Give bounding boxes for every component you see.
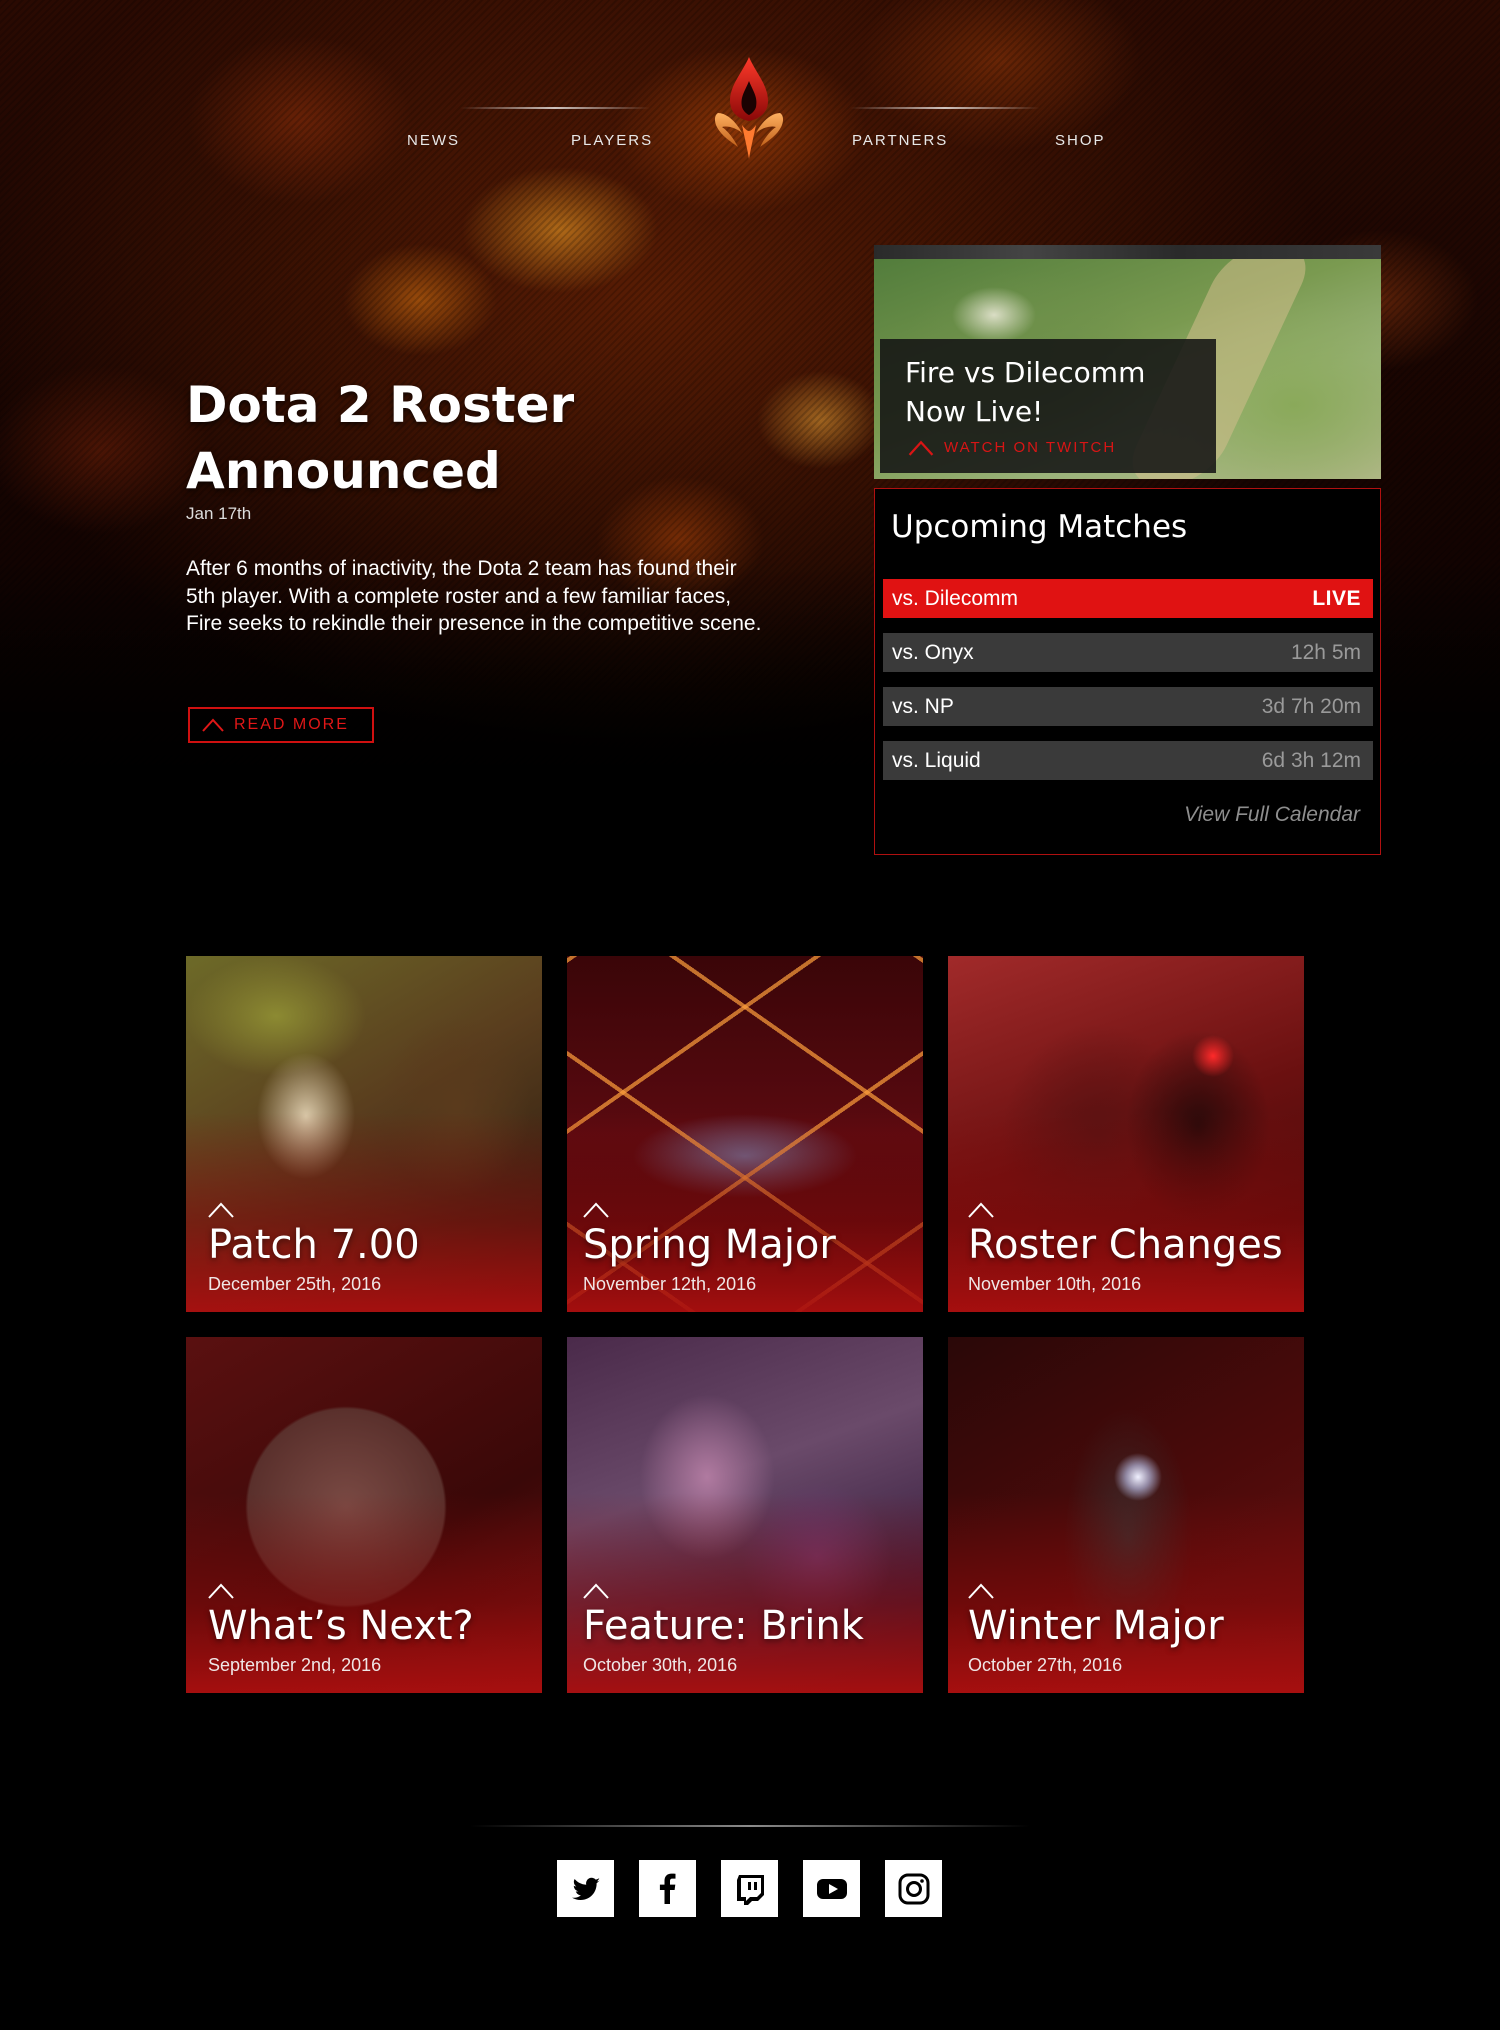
hero-title: Dota 2 Roster Announced (186, 376, 575, 500)
nav-item-players[interactable]: PLAYERS (571, 132, 653, 149)
upcoming-matches-title: Upcoming Matches (891, 509, 1188, 545)
footer-divider (470, 1825, 1030, 1827)
chevron-up-icon (583, 1583, 609, 1599)
hero-body: After 6 months of inactivity, the Dota 2… (186, 557, 762, 635)
facebook-link[interactable] (639, 1860, 696, 1917)
match-countdown: 6d 3h 12m (1261, 748, 1361, 772)
youtube-link[interactable] (803, 1860, 860, 1917)
facebook-icon (659, 1873, 675, 1904)
read-more-button[interactable]: READ MORE (188, 707, 374, 743)
card-date: November 10th, 2016 (968, 1274, 1142, 1294)
chevron-up-icon (208, 1583, 234, 1599)
card-date: October 27th, 2016 (968, 1655, 1123, 1675)
match-row[interactable]: vs. Liquid 6d 3h 12m (883, 741, 1373, 780)
flame-logo-icon[interactable] (712, 55, 786, 161)
watch-on-twitch-label: WATCH ON TWITCH (944, 439, 1117, 456)
match-opponent: vs. NP (892, 694, 954, 718)
chevron-up-icon (968, 1202, 994, 1218)
read-more-label: READ MORE (234, 716, 349, 733)
nav-divider-left (460, 107, 650, 109)
news-card-spring-major[interactable]: Spring Major November 12th, 2016 (567, 956, 923, 1312)
match-row[interactable]: vs. Onyx 12h 5m (883, 633, 1373, 672)
match-opponent: vs. Onyx (892, 640, 974, 664)
watch-on-twitch-link[interactable]: WATCH ON TWITCH (908, 439, 1116, 456)
instagram-link[interactable] (885, 1860, 942, 1917)
match-row[interactable]: vs. NP 3d 7h 20m (883, 687, 1373, 726)
youtube-icon (816, 1878, 847, 1899)
nav-item-shop[interactable]: SHOP (1055, 132, 1106, 149)
match-status: LIVE (1312, 586, 1361, 610)
match-row-live[interactable]: vs. Dilecomm LIVE (883, 579, 1373, 618)
nav-divider-right (850, 107, 1040, 109)
twitch-link[interactable] (721, 1860, 778, 1917)
card-title: Spring Major (583, 1222, 836, 1268)
news-card-patch[interactable]: Patch 7.00 December 25th, 2016 (186, 956, 542, 1312)
chevron-up-icon (908, 440, 934, 456)
chevron-up-icon (968, 1583, 994, 1599)
card-title: Feature: Brink (583, 1603, 864, 1649)
news-card-winter-major[interactable]: Winter Major October 27th, 2016 (948, 1337, 1304, 1693)
view-full-calendar-link[interactable]: View Full Calendar (1184, 803, 1360, 827)
stream-thumbnail-hud (874, 245, 1381, 259)
card-title: What’s Next? (208, 1603, 474, 1649)
live-stream-card[interactable]: Fire vs Dilecomm Now Live! WATCH ON TWIT… (874, 245, 1381, 479)
chevron-up-icon (583, 1202, 609, 1218)
twitter-link[interactable] (557, 1860, 614, 1917)
match-countdown: 12h 5m (1290, 640, 1361, 664)
twitch-icon (736, 1874, 764, 1905)
card-title: Patch 7.00 (208, 1222, 420, 1268)
news-card-feature-brink[interactable]: Feature: Brink October 30th, 2016 (567, 1337, 923, 1693)
twitter-icon (571, 1877, 600, 1900)
hero-date: Jan 17th (186, 504, 252, 523)
nav-item-partners[interactable]: PARTNERS (852, 132, 948, 149)
card-title: Winter Major (968, 1603, 1224, 1649)
card-date: October 30th, 2016 (583, 1655, 738, 1675)
match-opponent: vs. Dilecomm (892, 586, 1019, 610)
upcoming-matches-panel: Upcoming Matches vs. Dilecomm LIVE vs. O… (874, 488, 1381, 855)
chevron-up-icon (202, 718, 224, 732)
chevron-up-icon (208, 1202, 234, 1218)
card-title: Roster Changes (968, 1222, 1283, 1268)
stream-title: Fire vs Dilecomm Now Live! (905, 356, 1146, 428)
instagram-icon (898, 1873, 929, 1904)
card-date: September 2nd, 2016 (208, 1655, 382, 1675)
news-card-whats-next[interactable]: What’s Next? September 2nd, 2016 (186, 1337, 542, 1693)
match-opponent: vs. Liquid (892, 748, 981, 772)
news-card-roster-changes[interactable]: Roster Changes November 10th, 2016 (948, 956, 1304, 1312)
card-date: December 25th, 2016 (208, 1274, 382, 1294)
stream-overlay: Fire vs Dilecomm Now Live! WATCH ON TWIT… (880, 339, 1216, 473)
match-countdown: 3d 7h 20m (1261, 694, 1361, 718)
nav-item-news[interactable]: NEWS (407, 132, 460, 149)
card-date: November 12th, 2016 (583, 1274, 757, 1294)
